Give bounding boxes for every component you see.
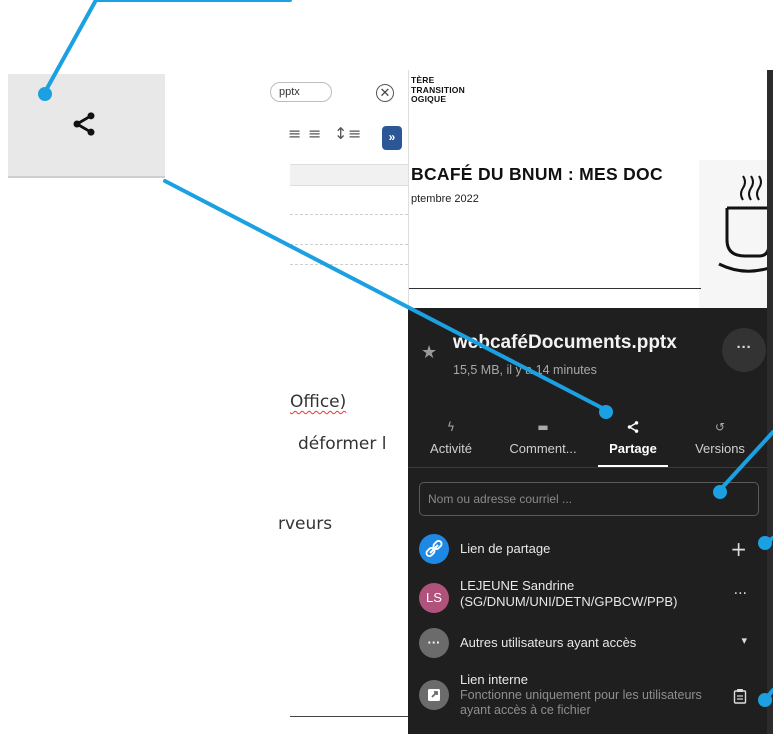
doc-text-line: Office) [290, 392, 347, 412]
add-share-link-button[interactable]: + [730, 537, 747, 561]
share-icon [627, 421, 639, 433]
internal-link-label: Lien interne [460, 672, 528, 687]
align-center-icon[interactable]: ≡ [288, 124, 301, 143]
history-icon: ↺ [714, 420, 726, 434]
slide-footer-rule [409, 288, 701, 289]
clipboard-icon [733, 689, 747, 704]
doc-text-line: déformer l [298, 434, 387, 454]
internal-link-row: Lien interne Fonctionne uniquement pour … [408, 670, 767, 724]
slide-preview: TÈRE TRANSITION OGIQUE BCAFÉ DU BNUM : M… [408, 70, 768, 308]
comment-icon: ▬ [537, 420, 549, 434]
link-icon [419, 534, 449, 564]
lightning-icon: ϟ [447, 420, 455, 434]
page-guide-line [290, 214, 408, 215]
share-link-label: Lien de partage [460, 541, 551, 556]
share-icon [73, 112, 95, 136]
close-icon[interactable]: ✕ [376, 84, 394, 102]
file-name: webcaféDocuments.pptx [453, 332, 677, 353]
align-justify-icon[interactable]: ≡ [308, 124, 321, 143]
tab-partage[interactable]: Partage [598, 418, 668, 468]
page-guide-line [290, 264, 408, 265]
slide-title: BCAFÉ DU BNUM : MES DOC [411, 164, 663, 184]
coffee-cup-icon [718, 175, 768, 273]
line-spacing-icon[interactable]: ↕ [334, 124, 347, 143]
ministry-logo-text: TÈRE TRANSITION OGIQUE [411, 75, 465, 104]
doc-text-line: rveurs [278, 514, 333, 534]
avatar: LS [419, 583, 449, 613]
document-editor-fragment: pptx ✕ ≡ ≡ ↕ ≡ » Office) déformer l rveu… [270, 70, 408, 734]
star-icon[interactable]: ★ [421, 342, 437, 363]
internal-link-description: Fonctionne uniquement pour les utilisate… [460, 688, 702, 717]
file-sidebar: ★ webcaféDocuments.pptx 15,5 MB, il y a … [408, 308, 767, 734]
screenshot-stage: pptx ✕ ≡ ≡ ↕ ≡ » Office) déformer l rveu… [0, 0, 773, 734]
copy-to-clipboard-button[interactable] [733, 688, 747, 708]
filename-tab[interactable]: pptx [270, 82, 332, 102]
tab-versions[interactable]: ↺ Versions [684, 418, 756, 468]
tab-commentaires[interactable]: ▬ Comment... [500, 418, 586, 468]
line-spacing-lines-icon: ≡ [348, 124, 362, 143]
tabs-divider [408, 467, 767, 468]
sidebar-tabs: ϟ Activité ▬ Comment... Partage ↺ Versio… [408, 418, 767, 468]
user-group: (SG/DNUM/UNI/DETN/GPBCW/PPB) [460, 594, 678, 609]
shared-user-row: LS LEJEUNE Sandrine (SG/DNUM/UNI/DETN/GP… [408, 576, 767, 616]
page-guide-line [290, 244, 408, 245]
chevron-down-icon[interactable]: ▾ [741, 634, 747, 647]
other-users-row[interactable]: ··· Autres utilisateurs ayant accès ▾ [408, 626, 767, 660]
doc-divider [290, 716, 408, 717]
more-icon: ··· [419, 628, 449, 658]
coffee-cup-illustration [699, 160, 768, 308]
share-search-input[interactable] [419, 482, 759, 516]
more-actions-button[interactable]: ··· [722, 328, 766, 372]
user-options-button[interactable]: ··· [734, 586, 747, 602]
user-name: LEJEUNE Sandrine [460, 578, 575, 593]
scrollbar[interactable] [767, 70, 773, 734]
tab-activite[interactable]: ϟ Activité [416, 418, 486, 468]
expand-toolbar-button[interactable]: » [382, 126, 402, 150]
share-link-row: Lien de partage + [408, 532, 767, 566]
ruler [290, 164, 408, 186]
external-link-icon [419, 680, 449, 710]
file-meta: 15,5 MB, il y a 14 minutes [453, 363, 597, 377]
slide-date: ptembre 2022 [411, 193, 479, 205]
other-users-label: Autres utilisateurs ayant accès [460, 635, 637, 650]
